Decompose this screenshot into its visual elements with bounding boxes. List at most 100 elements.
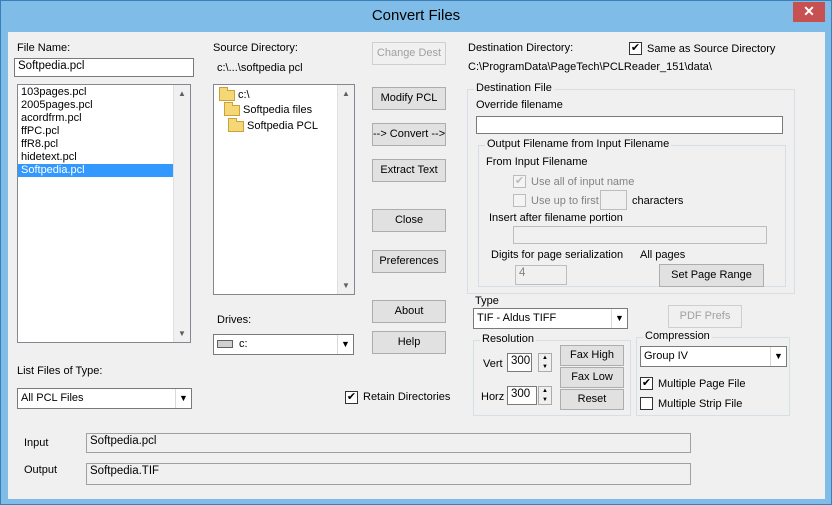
convert-button[interactable]: --> Convert --> bbox=[372, 123, 446, 146]
tree-item-label: c:\ bbox=[238, 89, 250, 101]
file-name-input[interactable]: Softpedia.pcl bbox=[14, 58, 194, 77]
tree-item-label: Softpedia PCL bbox=[247, 120, 318, 132]
compression-group-title: Compression bbox=[643, 330, 712, 342]
drives-value: c: bbox=[239, 338, 248, 350]
scroll-down-icon[interactable]: ▼ bbox=[174, 325, 190, 342]
spin-down-icon[interactable]: ▼ bbox=[539, 363, 551, 372]
change-dest-button[interactable]: Change Dest bbox=[372, 42, 446, 65]
drives-label: Drives: bbox=[217, 314, 252, 326]
file-list-item[interactable]: acordfrm.pcl bbox=[18, 112, 190, 125]
file-list-items: 103pages.pcl 2005pages.pcl acordfrm.pcl ffP… bbox=[18, 85, 190, 177]
spin-up-icon[interactable]: ▲ bbox=[539, 354, 551, 363]
vert-spinner[interactable]: ▲ ▼ bbox=[538, 353, 552, 372]
file-list-item[interactable]: Softpedia.pcl bbox=[18, 164, 190, 177]
dialog-client: File Name: Softpedia.pcl 103pages.pcl 200… bbox=[8, 32, 825, 499]
about-button[interactable]: About bbox=[372, 300, 446, 323]
all-pages-label: All pages bbox=[640, 249, 686, 261]
set-page-range-button[interactable]: Set Page Range bbox=[659, 264, 764, 287]
tree-item-root[interactable]: c:\ bbox=[219, 86, 250, 101]
title-bar: Convert Files ✕ bbox=[1, 1, 831, 32]
output-filename-group-title: Output Filename from Input Filename bbox=[485, 138, 672, 150]
file-list-item[interactable]: 2005pages.pcl bbox=[18, 99, 190, 112]
destination-file-group-title: Destination File bbox=[474, 82, 554, 94]
tree-scrollbar[interactable]: ▲ ▼ bbox=[337, 85, 354, 294]
list-type-label: List Files of Type: bbox=[17, 365, 103, 377]
multiple-strip-file-checkbox[interactable] bbox=[640, 397, 653, 410]
insert-after-input[interactable] bbox=[513, 226, 767, 244]
output-label: Output bbox=[24, 464, 58, 476]
output-file-display: Softpedia.TIF bbox=[86, 463, 691, 485]
compression-value: Group IV bbox=[644, 350, 689, 362]
close-window-button[interactable]: ✕ bbox=[793, 2, 825, 22]
convert-files-window: Convert Files ✕ File Name: Softpedia.pcl… bbox=[0, 0, 832, 505]
multiple-page-file-checkbox[interactable]: ✔ bbox=[640, 377, 653, 390]
preferences-button[interactable]: Preferences bbox=[372, 250, 446, 273]
horz-label: Horz bbox=[481, 391, 505, 403]
characters-label: characters bbox=[632, 195, 684, 207]
tree-item-softpedia-pcl[interactable]: Softpedia PCL bbox=[228, 117, 318, 132]
file-name-label: File Name: bbox=[17, 42, 71, 54]
multiple-strip-file-label: Multiple Strip File bbox=[658, 398, 743, 410]
list-type-value: All PCL Files bbox=[21, 392, 84, 404]
drive-icon bbox=[217, 340, 233, 349]
file-list-item[interactable]: 103pages.pcl bbox=[18, 86, 190, 99]
window-title: Convert Files bbox=[371, 7, 461, 24]
file-list-item[interactable]: hidetext.pcl bbox=[18, 151, 190, 164]
file-list-scrollbar[interactable]: ▲ ▼ bbox=[173, 85, 190, 342]
scroll-up-icon[interactable]: ▲ bbox=[174, 85, 190, 102]
scroll-up-icon[interactable]: ▲ bbox=[338, 85, 354, 102]
same-as-source-checkbox[interactable]: ✔ bbox=[629, 42, 642, 55]
fax-low-button[interactable]: Fax Low bbox=[560, 367, 624, 388]
override-filename-label: Override filename bbox=[476, 99, 563, 111]
vert-input[interactable]: 300 bbox=[507, 353, 532, 372]
reset-button[interactable]: Reset bbox=[560, 389, 624, 410]
modify-pcl-button[interactable]: Modify PCL bbox=[372, 87, 446, 110]
close-button[interactable]: Close bbox=[372, 209, 446, 232]
type-value: TIF - Aldus TIFF bbox=[477, 312, 557, 324]
vert-label: Vert bbox=[483, 358, 503, 370]
chevron-down-icon[interactable]: ▼ bbox=[337, 335, 353, 354]
source-directory-path: c:\...\softpedia pcl bbox=[217, 62, 303, 74]
chevron-down-icon[interactable]: ▼ bbox=[611, 309, 627, 328]
use-up-to-checkbox[interactable] bbox=[513, 194, 526, 207]
input-label: Input bbox=[24, 437, 49, 449]
file-list-item[interactable]: ffR8.pcl bbox=[18, 138, 190, 151]
type-select[interactable]: TIF - Aldus TIFF ▼ bbox=[473, 308, 628, 329]
digits-serialization-input[interactable]: 4 bbox=[515, 265, 567, 285]
retain-directories-label: Retain Directories bbox=[363, 391, 451, 403]
extract-text-button[interactable]: Extract Text bbox=[372, 159, 446, 182]
use-all-label: Use all of input name bbox=[531, 176, 635, 188]
use-up-to-label: Use up to first bbox=[531, 195, 599, 207]
horz-spinner[interactable]: ▲ ▼ bbox=[538, 386, 552, 405]
list-type-select[interactable]: All PCL Files ▼ bbox=[17, 388, 192, 409]
spin-down-icon[interactable]: ▼ bbox=[539, 396, 551, 405]
file-list[interactable]: 103pages.pcl 2005pages.pcl acordfrm.pcl ffP… bbox=[17, 84, 191, 343]
multiple-page-file-label: Multiple Page File bbox=[658, 378, 746, 390]
spin-up-icon[interactable]: ▲ bbox=[539, 387, 551, 396]
same-as-source-label: Same as Source Directory bbox=[647, 43, 776, 55]
drives-select[interactable]: c: ▼ bbox=[213, 334, 354, 355]
chevron-down-icon[interactable]: ▼ bbox=[175, 389, 191, 408]
directory-tree[interactable]: c:\ Softpedia files Softpedia PCL ▲ ▼ bbox=[213, 84, 355, 295]
override-filename-input[interactable] bbox=[476, 116, 783, 134]
horz-input[interactable]: 300 bbox=[507, 386, 537, 405]
input-file-display: Softpedia.pcl bbox=[86, 433, 691, 453]
scroll-down-icon[interactable]: ▼ bbox=[338, 277, 354, 294]
fax-high-button[interactable]: Fax High bbox=[560, 345, 624, 366]
file-list-item[interactable]: ffPC.pcl bbox=[18, 125, 190, 138]
tree-item-softpedia-files[interactable]: Softpedia files bbox=[224, 101, 313, 116]
pdf-prefs-button[interactable]: PDF Prefs bbox=[668, 305, 742, 328]
destination-directory-label: Destination Directory: bbox=[468, 42, 574, 54]
open-folder-icon bbox=[228, 117, 244, 132]
resolution-group-title: Resolution bbox=[480, 333, 536, 345]
retain-directories-checkbox[interactable]: ✔ bbox=[345, 391, 358, 404]
use-up-to-input[interactable] bbox=[600, 190, 627, 210]
chevron-down-icon[interactable]: ▼ bbox=[770, 347, 786, 366]
digits-serialization-label: Digits for page serialization bbox=[491, 249, 624, 261]
use-all-checkbox[interactable]: ✔ bbox=[513, 175, 526, 188]
compression-select[interactable]: Group IV ▼ bbox=[640, 346, 787, 367]
help-button[interactable]: Help bbox=[372, 331, 446, 354]
source-directory-label: Source Directory: bbox=[213, 42, 298, 54]
tree-item-label: Softpedia files bbox=[243, 104, 313, 116]
open-folder-icon bbox=[224, 101, 240, 116]
